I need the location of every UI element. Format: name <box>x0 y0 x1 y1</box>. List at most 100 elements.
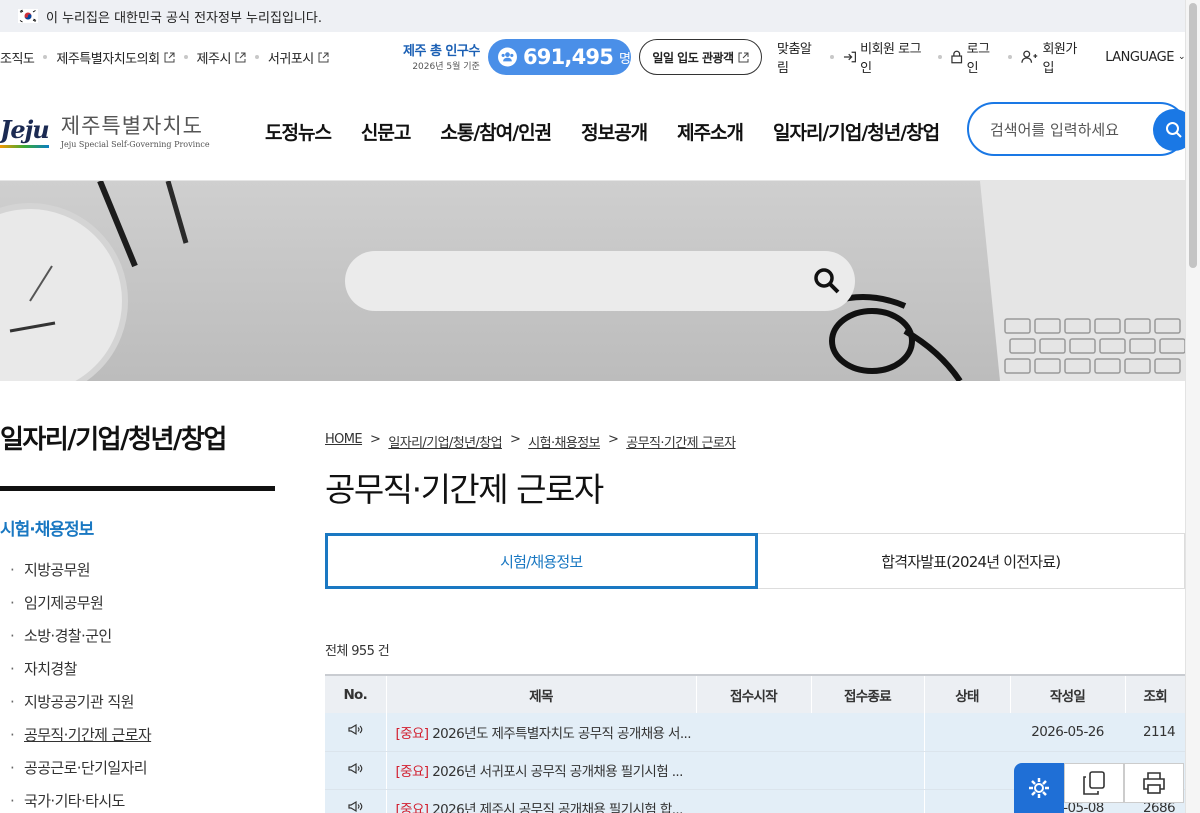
separator-dot <box>254 55 259 59</box>
tab-results-archive[interactable]: 합격자발표(2024년 이전자료) <box>757 533 1185 589</box>
submenu-label: 공공근로·단기일자리 <box>24 759 148 777</box>
row-title-text: 2026년도 제주특별자치도 공무직 공개채용 서... <box>432 725 691 742</box>
row-status <box>923 789 1010 813</box>
submenu-item[interactable]: · 자치경찰 <box>0 652 151 685</box>
add-user-icon <box>1021 50 1038 63</box>
megaphone-icon <box>348 762 363 774</box>
bullet: · <box>10 593 15 612</box>
main-nav: 도정뉴스 신문고 소통/참여/인권 정보공개 제주소개 일자리/기업/청년/창업 <box>265 118 940 145</box>
important-badge: [중요] <box>395 725 430 742</box>
print-button[interactable] <box>1124 763 1184 803</box>
link-label: 제주특별자치도의회 <box>56 51 160 67</box>
nav-item-participation[interactable]: 소통/참여/인권 <box>440 118 552 145</box>
row-end <box>811 713 924 752</box>
gov-banner-text[interactable]: 이 누리집은 대한민국 공식 전자정부 누리집입니다. <box>46 7 322 26</box>
signup-label: 회원가입 <box>1042 42 1077 76</box>
link-jeju-council[interactable]: 제주특별자치도의회 <box>56 48 175 67</box>
language-select[interactable]: LANGUAGE ⌄ <box>1105 50 1185 65</box>
link-seogwipo-city[interactable]: 서귀포시 <box>268 48 329 67</box>
breadcrumb-separator: > <box>509 432 521 447</box>
daily-tourist-button[interactable]: 일일 입도 관광객 <box>639 39 762 75</box>
language-label: LANGUAGE <box>1105 49 1174 65</box>
logo-mark: Jeju <box>0 115 50 148</box>
bullet: · <box>10 692 15 711</box>
bullet: · <box>10 791 15 810</box>
breadcrumb-home[interactable]: HOME <box>325 432 363 451</box>
site-header: Jeju 제주특별자치도 Jeju Special Self-Governing… <box>0 82 1195 181</box>
logo-text: 제주특별자치도 Jeju Special Self-Governing Prov… <box>61 110 210 149</box>
col-views: 조회 <box>1124 674 1185 713</box>
row-views: 2114 <box>1125 713 1185 752</box>
copy-url-button[interactable] <box>1064 763 1124 803</box>
settings-button[interactable] <box>1014 763 1064 813</box>
tab-recruitment[interactable]: 시험/채용정보 <box>325 533 758 589</box>
login-label: 로그인 <box>966 42 990 76</box>
row-title[interactable]: [중요] 2026년 서귀포시 공무직 공개채용 필기시험 ... <box>386 751 696 790</box>
table-row[interactable]: [중요] 2026년도 제주특별자치도 공무직 공개채용 서... 2026-0… <box>325 713 1185 752</box>
scrollbar-thumb[interactable] <box>1189 3 1197 268</box>
row-title[interactable]: [중요] 2026년 제주시 공무직 공개채용 필기시험 합... <box>386 789 696 813</box>
submenu-item[interactable]: · 소방·경찰·군인 <box>0 619 151 652</box>
page-scrollbar[interactable] <box>1185 0 1200 813</box>
nav-item-about[interactable]: 제주소개 <box>677 118 744 145</box>
nav-item-disclosure[interactable]: 정보공개 <box>581 118 648 145</box>
row-start <box>696 713 811 752</box>
submenu-item-active[interactable]: · 공무직·기간제 근로자 <box>0 718 152 751</box>
tourist-label: 일일 입도 관광객 <box>652 50 734 65</box>
col-date: 작성일 <box>1009 674 1125 713</box>
row-status <box>923 713 1010 752</box>
submenu-item[interactable]: · 임기제공무원 <box>0 586 151 619</box>
separator-dot <box>1008 55 1013 59</box>
korea-flag-icon <box>18 9 38 23</box>
submenu-item[interactable]: · 공공근로·단기일자리 <box>0 751 151 784</box>
breadcrumb-item[interactable]: 일자리/기업/청년/창업 <box>388 432 502 451</box>
link-jeju-city[interactable]: 제주시 <box>197 48 246 67</box>
bullet: · <box>10 758 15 777</box>
separator-dot <box>829 55 834 59</box>
login-link[interactable]: 로그인 <box>951 38 999 76</box>
site-logo[interactable]: Jeju 제주특별자치도 Jeju Special Self-Governing… <box>0 110 210 149</box>
submenu-label: 소방·경찰·군인 <box>24 627 112 645</box>
population-title: 제주 총 인구수 <box>403 44 480 59</box>
row-title[interactable]: [중요] 2026년도 제주특별자치도 공무직 공개채용 서... <box>386 713 696 752</box>
breadcrumb-separator: > <box>607 432 619 447</box>
population-value: 691,495 <box>522 45 614 69</box>
submenu-label: 국가·기타·타시도 <box>24 792 125 810</box>
signup-link[interactable]: 회원가입 <box>1021 38 1086 76</box>
submenu-heading[interactable]: 시험·채용정보 <box>0 515 94 540</box>
logo-korean: 제주특별자치도 <box>60 114 204 138</box>
submenu-item[interactable]: · 지방공공기관 직원 <box>0 685 151 718</box>
search-icon[interactable] <box>813 267 841 295</box>
submenu-list: · 지방공무원 · 임기제공무원 · 소방·경찰·군인 · 자치경찰 · 지방공공기관 직… <box>0 553 152 813</box>
hero-banner <box>0 181 1185 381</box>
col-status: 상태 <box>923 674 1010 713</box>
breadcrumb: HOME > 일자리/기업/청년/창업 > 시험·채용정보 > 공무직·기간제 … <box>325 432 736 451</box>
search-input[interactable]: 검색어를 입력하세요 <box>990 119 1119 140</box>
hero-search-input[interactable] <box>345 251 855 311</box>
link-org-chart[interactable]: 조직도 <box>0 48 35 67</box>
megaphone-icon <box>348 800 363 812</box>
nav-item-news[interactable]: 도정뉴스 <box>265 118 332 145</box>
guest-login-label: 비회원 로그인 <box>860 42 922 76</box>
nav-item-petition[interactable]: 신문고 <box>361 118 411 145</box>
external-link-icon <box>738 52 749 62</box>
section-title: 일자리/기업/청년/창업 <box>0 425 227 455</box>
breadcrumb-item[interactable]: 시험·채용정보 <box>528 432 600 451</box>
site-search: 검색어를 입력하세요 <box>967 102 1195 156</box>
submenu-label: 자치경찰 <box>24 660 77 678</box>
notice-cell <box>325 789 387 813</box>
notice-cell <box>325 751 387 790</box>
col-start: 접수시작 <box>695 674 811 713</box>
guest-login-link[interactable]: 비회원 로그인 <box>843 38 930 76</box>
submenu-item[interactable]: · 지방공무원 <box>0 553 151 586</box>
member-menu: 맞춤알림 비회원 로그인 로그인 회원가입 LANGUAGE ⌄ <box>777 32 1185 82</box>
bullet: · <box>10 560 15 579</box>
population-counter[interactable]: 691,495 명 <box>488 39 631 75</box>
link-label: 조직도 <box>0 51 35 67</box>
row-date: 2026-05-26 <box>1010 713 1125 752</box>
nav-item-jobs[interactable]: 일자리/기업/청년/창업 <box>773 118 940 145</box>
alerts-link[interactable]: 맞춤알림 <box>777 38 821 76</box>
submenu-label: 임기제공무원 <box>24 594 104 612</box>
breadcrumb-current[interactable]: 공무직·기간제 근로자 <box>626 432 736 451</box>
submenu-item[interactable]: · 국가·기타·타시도 <box>0 784 151 813</box>
